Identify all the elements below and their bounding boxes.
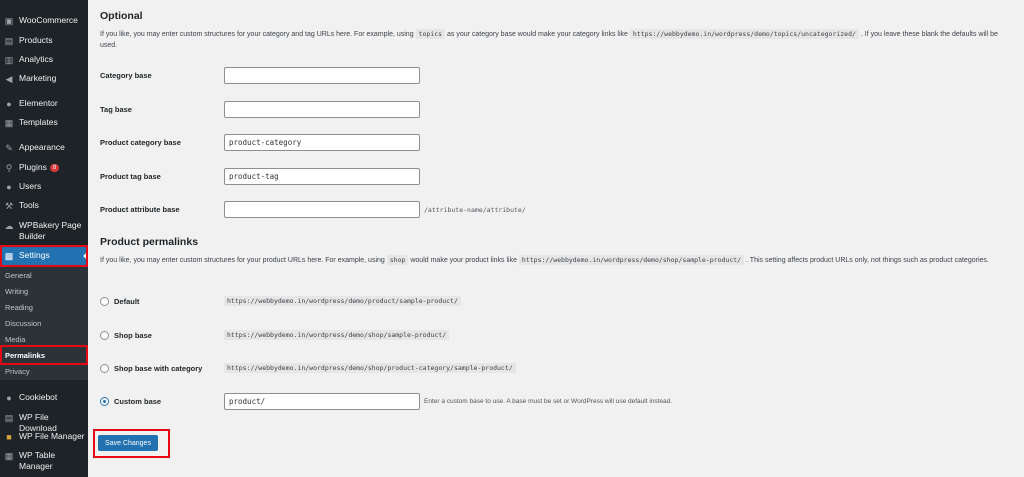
main-content: Optional If you like, you may enter cust… [88,0,1024,477]
optional-description: If you like, you may enter custom struct… [100,29,998,49]
sidebar-item-woocommerce[interactable]: ▣ WooCommerce [0,15,88,26]
sidebar-item-wpbakery[interactable]: ☁ WPBakery Page Builder [0,220,88,242]
sidebar-item-elementor[interactable]: ● Elementor [0,98,88,109]
optional-code-topics: topics [415,29,446,39]
submenu-writing[interactable]: Writing [5,287,28,296]
submenu-reading[interactable]: Reading [5,303,33,312]
appearance-icon: ✎ [5,143,13,153]
submenu-general[interactable]: General [5,271,32,280]
cookiebot-icon: ● [6,393,12,403]
product-category-base-label: Product category base [100,138,181,147]
shop-base-category-url: https://webbydemo.in/wordpress/demo/shop… [224,363,516,373]
settings-row: ▩ Settings [4,250,50,261]
save-changes-button[interactable]: Save Changes [98,435,158,451]
plugins-update-badge: 8 [49,164,60,172]
users-icon: ● [6,182,12,192]
active-arrow [83,252,87,260]
sidebar-item-analytics[interactable]: ▥ Analytics [0,54,88,65]
sidebar-item-wp-file-manager[interactable]: ■ WP File Manager [0,431,88,442]
default-radio[interactable] [100,297,109,306]
templates-icon: ▦ [4,118,14,128]
sidebar-item-cookiebot[interactable]: ● Cookiebot [0,392,88,403]
product-tag-base-label: Product tag base [100,172,161,181]
default-url: https://webbydemo.in/wordpress/demo/prod… [224,296,461,306]
sidebar-item-users[interactable]: ● Users [0,181,88,192]
permalinks-code-url: https://webbydemo.in/wordpress/demo/shop… [518,255,745,265]
permalinks-code-shop: shop [386,255,409,265]
product-permalinks-description: If you like, you may enter custom struct… [100,255,989,265]
product-permalinks-heading: Product permalinks [100,236,199,248]
sidebar-item-plugins[interactable]: ⚲ Plugins 8 [0,162,88,173]
product-attribute-base-input[interactable] [224,201,420,218]
sidebar-item-templates[interactable]: ▦ Templates [0,117,88,128]
attribute-base-suffix: /attribute-name/attribute/ [424,206,526,214]
settings-submenu: General Writing Reading Discussion Media… [0,266,88,380]
custom-base-hint: Enter a custom base to use. A base must … [424,398,673,405]
shop-base-url: https://webbydemo.in/wordpress/demo/shop… [224,330,450,340]
default-label: Default [114,297,140,306]
submenu-privacy[interactable]: Privacy [5,367,30,376]
sidebar-item-products[interactable]: ▤ Products [0,35,88,46]
file-manager-icon: ■ [6,432,12,442]
custom-base-input[interactable] [224,393,420,410]
sidebar-item-appearance[interactable]: ✎ Appearance [0,142,88,153]
wpbakery-icon: ☁ [4,221,14,231]
shop-base-category-label: Shop base with category [114,364,203,373]
optional-code-url: https://webbydemo.in/wordpress/demo/topi… [629,29,859,39]
sidebar-item-wp-table-manager[interactable]: ▦ WP Table Manager [0,450,88,472]
analytics-icon: ▥ [4,55,14,65]
marketing-icon: ◀ [5,74,13,84]
plugins-icon: ⚲ [5,163,13,173]
custom-base-radio[interactable] [100,397,109,406]
product-attribute-base-label: Product attribute base [100,205,180,214]
admin-sidebar: ▣ WooCommerce ▤ Products ▥ Analytics ◀ M… [0,0,88,477]
product-tag-base-input[interactable] [224,168,420,185]
custom-base-label: Custom base [114,397,162,406]
submenu-discussion[interactable]: Discussion [5,319,41,328]
optional-heading: Optional [100,10,143,22]
category-base-input[interactable] [224,67,420,84]
products-icon: ▤ [4,36,14,46]
shop-base-category-radio[interactable] [100,364,109,373]
category-base-label: Category base [100,71,152,80]
woocommerce-icon: ▣ [4,16,14,26]
settings-icon: ▩ [4,251,14,261]
tag-base-input[interactable] [224,101,420,118]
file-download-icon: ▤ [4,413,14,423]
sidebar-item-settings[interactable]: ▩ Settings [0,246,88,266]
tag-base-label: Tag base [100,105,132,114]
tools-icon: ⚒ [4,201,14,211]
shop-base-label: Shop base [114,331,152,340]
submenu-permalinks[interactable]: Permalinks [5,351,45,360]
submenu-media[interactable]: Media [5,335,25,344]
plugins-label: Plugins [19,162,47,172]
product-category-base-input[interactable] [224,134,420,151]
elementor-icon: ● [6,99,12,109]
table-manager-icon: ▦ [4,451,14,461]
sidebar-item-tools[interactable]: ⚒ Tools [0,200,88,211]
shop-base-radio[interactable] [100,331,109,340]
sidebar-item-marketing[interactable]: ◀ Marketing [0,73,88,84]
